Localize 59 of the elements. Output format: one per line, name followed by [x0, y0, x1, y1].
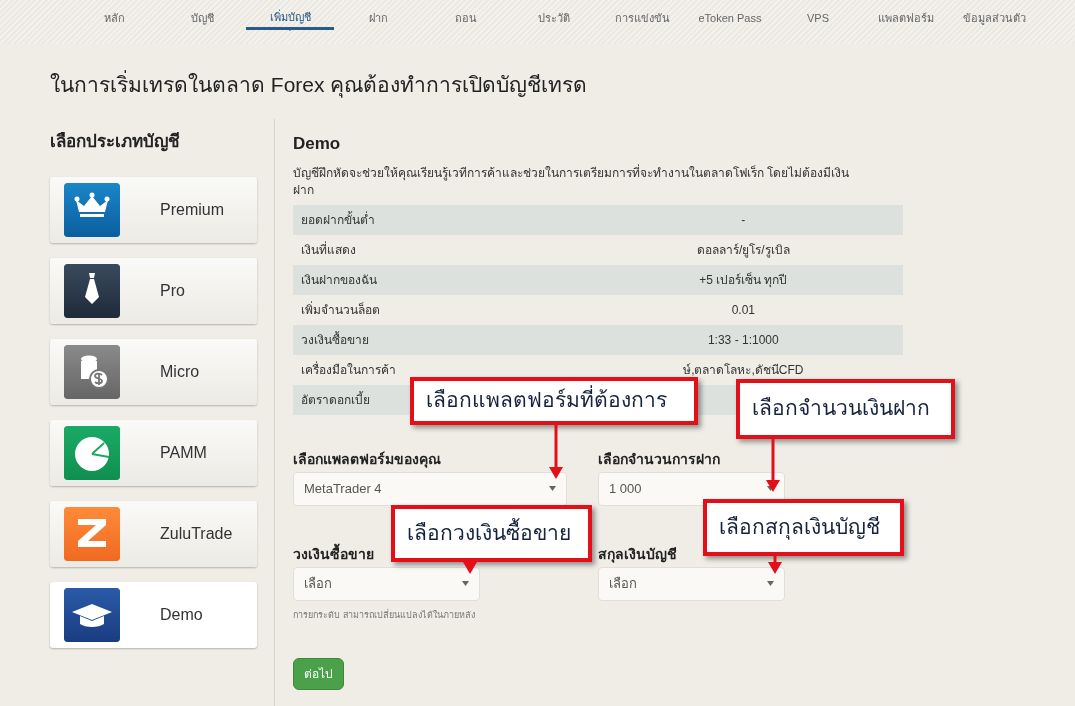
spec-label: ยอดฝากขั้นต่ำ [301, 212, 375, 227]
callout-arrow [766, 439, 780, 492]
account-type-icon [64, 506, 120, 561]
account-type-button[interactable]: PAMM [50, 419, 257, 486]
nav-tab[interactable]: eToken Pass [686, 0, 774, 30]
field-label: เลือกจำนวนการฝาก [598, 449, 720, 469]
hint-text: การยกระดับ สามารถเปลี่ยนแปลงได้ในภายหลัง [293, 608, 476, 622]
spec-value: - [740, 211, 747, 229]
page-heading: ในการเริ่มเทรดในตลาด Forex คุณต้องทำการเปิดบัญชีเทรด [50, 72, 1075, 98]
spec-label: เงินที่แสดง [301, 242, 356, 257]
callout-label: เลือกวงเงินซื้อขาย [391, 505, 592, 562]
spec-label: เครื่องมือในการค้า [301, 362, 396, 377]
callout-label: เลือกสกุลเงินบัญชี [703, 499, 904, 556]
account-type-icon [64, 425, 120, 480]
nav-tab[interactable]: ถอน [422, 0, 510, 30]
field-label: เลือกแพลตฟอร์มของคุณ [293, 449, 441, 470]
nav-tab[interactable]: บัญชี [158, 0, 246, 30]
account-type-button[interactable]: Pro [50, 257, 257, 324]
account-title: Demo [293, 133, 342, 156]
caret-icon [462, 581, 469, 587]
select-field[interactable]: เลือก [598, 566, 785, 601]
nav-tab[interactable]: VPS [774, 0, 862, 30]
nav-tab[interactable]: ฝาก [334, 0, 422, 30]
nav-tab[interactable]: ประวัติ [510, 0, 598, 30]
nav-tab[interactable]: ข้อมูลส่วนตัว [950, 0, 1038, 30]
account-description: บัญชีฝึกหัดจะช่วยให้คุณเรียนรู้เวทีการค้าและช่วยในการเตรียมการที่จะทำงานในตลาดโฟเร็ก โดยไม่ต้องมีเงินฝาก [293, 164, 851, 199]
account-type-icon [64, 182, 120, 237]
nav-tab[interactable]: แพลตฟอร์ม [862, 0, 950, 30]
account-type-button[interactable]: Premium [50, 176, 257, 243]
spec-value: 0.01 [730, 301, 756, 319]
field-label: สกุลเงินบัญชี [598, 544, 677, 565]
account-type-button[interactable]: ZuluTrade [50, 500, 257, 567]
caret-icon [549, 486, 556, 492]
account-type-button[interactable]: Micro [50, 338, 257, 405]
spec-label: วงเงินซื้อขาย [301, 332, 369, 347]
callout-label: เลือกแพลตฟอร์มที่ต้องการ [410, 377, 698, 425]
callout-label: เลือกจำนวนเงินฝาก [736, 379, 955, 439]
field-label: วงเงินซื้อขาย [293, 543, 374, 564]
spec-label: เงินฝากของฉัน [301, 272, 377, 287]
caret-icon [767, 581, 774, 587]
sidebar-title: เลือกประเภทบัญชี [50, 131, 181, 154]
callout-arrow [549, 425, 563, 479]
spec-label: อัตราดอกเบี้ย [301, 392, 370, 407]
select-field[interactable]: เลือก [293, 566, 480, 601]
account-type-icon [64, 263, 120, 318]
callout-arrow [768, 556, 782, 574]
select-field[interactable]: MetaTrader 4 [293, 471, 567, 506]
account-type-button[interactable]: Demo [50, 581, 257, 648]
select-field[interactable]: 1 000 [598, 471, 785, 506]
account-type-icon [64, 587, 120, 642]
nav-tab[interactable]: หลัก [70, 0, 158, 30]
spec-value: +5 เปอร์เซ็น ทุกปี [698, 271, 789, 289]
callout-arrow [463, 562, 477, 574]
spec-label: เพิ่มจำนวนล็อต [301, 302, 380, 317]
account-type-icon [64, 344, 120, 399]
spec-value: ดอลลาร์/ยูโร/รูเบิล [695, 241, 791, 259]
spec-value: ษ์,ตลาดโลหะ,ดัชนีCFD [682, 361, 805, 379]
spec-value: 1:33 - 1:1000 [706, 331, 780, 349]
nav-tab[interactable]: การแข่งขัน [598, 0, 686, 30]
